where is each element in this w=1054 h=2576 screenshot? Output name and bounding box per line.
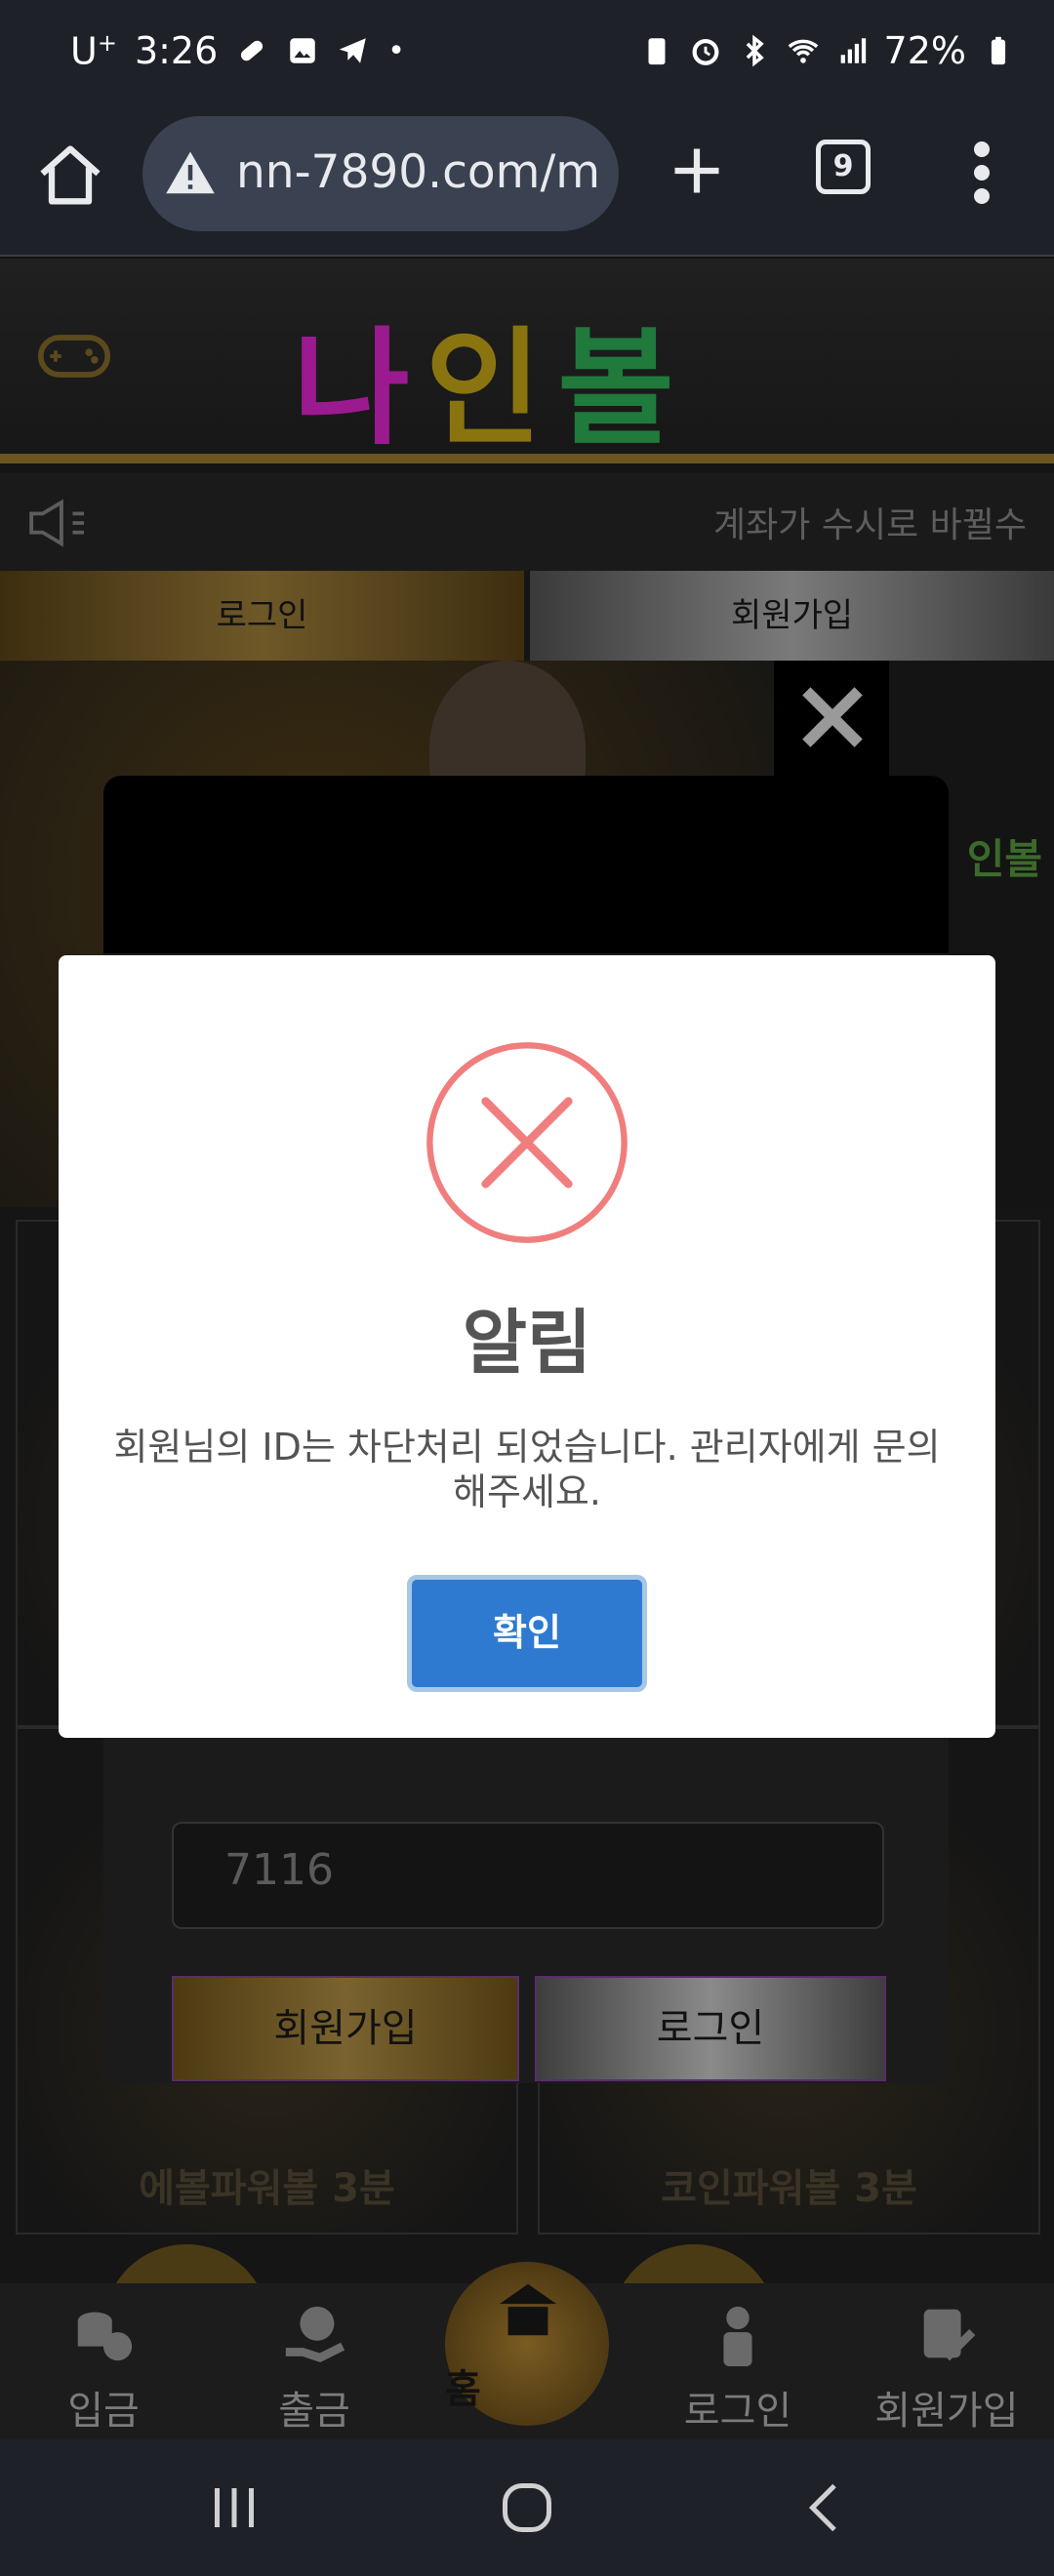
deposit-icon bbox=[77, 2312, 133, 2361]
login-dialog-header bbox=[103, 776, 949, 953]
password-field[interactable]: 7116 bbox=[172, 1822, 884, 1929]
login-button[interactable]: 로그인 bbox=[535, 1976, 886, 2081]
nav-withdraw[interactable]: 출금 bbox=[217, 2283, 412, 2439]
bitcoin-icon bbox=[103, 2244, 269, 2283]
new-tab-icon[interactable] bbox=[668, 141, 726, 200]
close-dialog-button[interactable] bbox=[774, 661, 889, 776]
tab-switcher-button[interactable]: 9 bbox=[816, 140, 871, 194]
user-icon bbox=[723, 2306, 752, 2367]
warning-icon[interactable] bbox=[162, 147, 219, 200]
tab-login[interactable]: 로그인 bbox=[0, 571, 524, 661]
auth-tabs: 로그인 회원가입 bbox=[0, 571, 1054, 661]
speaker-icon bbox=[29, 499, 84, 547]
nav-register[interactable]: 회원가입 bbox=[849, 2283, 1044, 2439]
carrier-label: U+ bbox=[70, 29, 117, 73]
error-x-icon bbox=[426, 1042, 628, 1243]
wifi-icon bbox=[788, 39, 818, 63]
alarm-icon bbox=[692, 38, 718, 65]
confirm-button[interactable]: 확인 bbox=[407, 1575, 647, 1692]
more-menu-icon[interactable] bbox=[972, 141, 992, 204]
signal-icon bbox=[840, 38, 866, 63]
clock: 3:26 bbox=[134, 29, 219, 73]
battery-saver-icon bbox=[648, 38, 666, 65]
back-icon[interactable] bbox=[795, 2478, 854, 2537]
bluetooth-icon bbox=[746, 34, 764, 67]
home-button-icon[interactable] bbox=[498, 2478, 556, 2537]
alert-title: 알림 bbox=[462, 1302, 592, 1384]
battery-percent: 72% bbox=[883, 29, 966, 72]
url-text[interactable]: nn-7890.com/m bbox=[236, 145, 600, 199]
telegram-icon bbox=[340, 38, 367, 64]
notice-marquee: 계좌가 수시로 바뀔수 bbox=[713, 505, 1027, 545]
status-bar: U+ 3:26 • 72% bbox=[0, 0, 1054, 112]
site-logo[interactable]: 나인볼 bbox=[293, 286, 690, 469]
system-nav-bar bbox=[0, 2439, 1054, 2576]
notice-bar: 계좌가 수시로 바뀔수 bbox=[0, 473, 1054, 571]
banner-logo-text: 인볼 bbox=[966, 835, 1042, 883]
nav-login[interactable]: 로그인 bbox=[640, 2283, 835, 2439]
alert-message: 회원님의 ID는 차단처리 되었습니다. 관리자에게 문의해주세요. bbox=[113, 1426, 941, 1513]
nav-home[interactable]: 홈 bbox=[445, 2262, 609, 2426]
close-icon bbox=[802, 687, 863, 747]
battery-icon bbox=[991, 36, 1006, 65]
edit-document-icon bbox=[923, 2309, 976, 2361]
recents-icon[interactable] bbox=[205, 2478, 264, 2537]
join-button[interactable]: 회원가입 bbox=[172, 1976, 519, 2081]
tab-register[interactable]: 회원가입 bbox=[530, 571, 1054, 661]
gamepad-icon[interactable] bbox=[37, 327, 111, 385]
game-card-title: 코인파워볼 3분 bbox=[661, 2166, 917, 2211]
browser-toolbar: nn-7890.com/m 9 bbox=[0, 112, 1054, 257]
alert-modal: 알림 회원님의 ID는 차단처리 되었습니다. 관리자에게 문의해주세요. 확인 bbox=[59, 955, 995, 1738]
home-bank-icon bbox=[499, 2283, 557, 2336]
home-icon[interactable] bbox=[33, 140, 107, 214]
password-value: 7116 bbox=[224, 1845, 334, 1895]
address-bar[interactable]: nn-7890.com/m bbox=[142, 116, 619, 231]
site-header: 나인볼 bbox=[0, 259, 1054, 463]
image-icon bbox=[290, 38, 316, 64]
pill-icon bbox=[241, 41, 264, 61]
nav-deposit[interactable]: 입금 bbox=[6, 2283, 201, 2439]
game-card-title: 에볼파워볼 3분 bbox=[139, 2166, 395, 2211]
withdraw-icon bbox=[285, 2306, 345, 2363]
ethereum-icon bbox=[611, 2244, 777, 2283]
dot-icon: • bbox=[387, 33, 405, 68]
